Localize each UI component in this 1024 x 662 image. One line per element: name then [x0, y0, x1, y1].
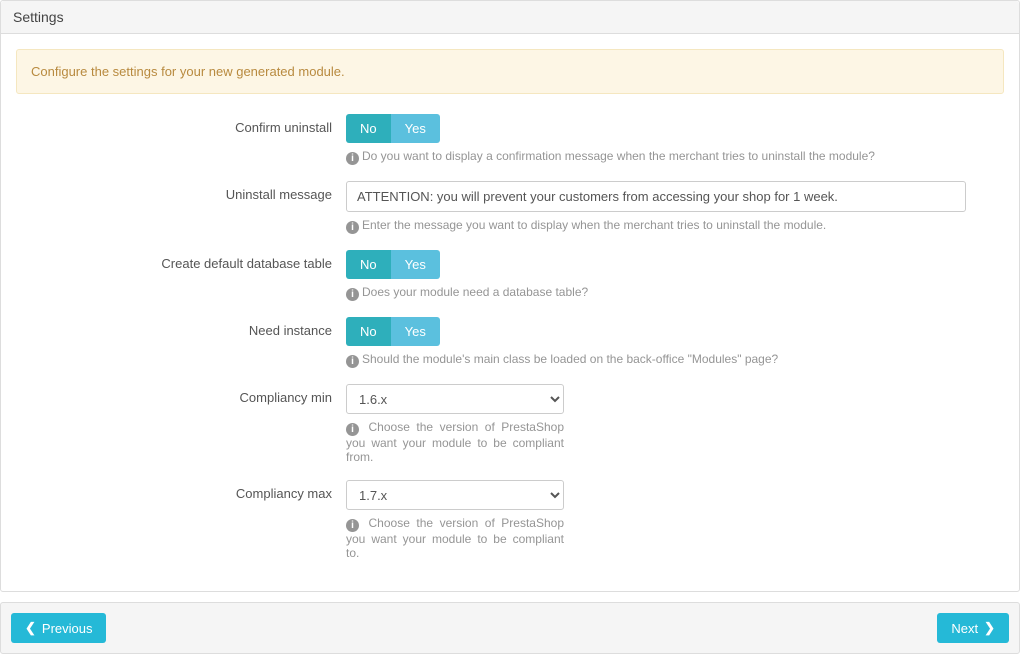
row-confirm-uninstall: Confirm uninstall No Yes iDo you want to…: [16, 114, 1004, 165]
toggle-yes[interactable]: Yes: [391, 114, 440, 143]
arrow-right-icon: ❯: [984, 620, 995, 636]
previous-button[interactable]: ❮ Previous: [11, 613, 106, 643]
help-uninstall-message: iEnter the message you want to display w…: [346, 218, 984, 234]
previous-label: Previous: [42, 621, 93, 636]
toggle-create-db[interactable]: No Yes: [346, 250, 440, 279]
row-need-instance: Need instance No Yes iShould the module'…: [16, 317, 1004, 368]
arrow-left-icon: ❮: [25, 620, 36, 636]
alert-info: Configure the settings for your new gene…: [16, 49, 1004, 94]
settings-panel: Settings Configure the settings for your…: [0, 0, 1020, 592]
toggle-yes[interactable]: Yes: [391, 250, 440, 279]
info-icon: i: [346, 355, 359, 368]
row-compliancy-min: Compliancy min 1.6.x i Choose the versio…: [16, 384, 1004, 464]
row-compliancy-max: Compliancy max 1.7.x i Choose the versio…: [16, 480, 1004, 560]
toggle-confirm-uninstall[interactable]: No Yes: [346, 114, 440, 143]
help-confirm-uninstall: iDo you want to display a confirmation m…: [346, 149, 984, 165]
next-button[interactable]: Next ❯: [937, 613, 1009, 643]
info-icon: i: [346, 288, 359, 301]
label-compliancy-max: Compliancy max: [16, 480, 346, 560]
help-compliancy-max: i Choose the version of PrestaShop you w…: [346, 516, 564, 560]
label-create-db: Create default database table: [16, 250, 346, 301]
info-icon: i: [346, 152, 359, 165]
info-icon: i: [346, 519, 359, 532]
info-icon: i: [346, 221, 359, 234]
toggle-yes[interactable]: Yes: [391, 317, 440, 346]
info-icon: i: [346, 423, 359, 436]
panel-body: Configure the settings for your new gene…: [1, 34, 1019, 591]
help-compliancy-min: i Choose the version of PrestaShop you w…: [346, 420, 564, 464]
help-create-db: iDoes your module need a database table?: [346, 285, 984, 301]
label-compliancy-min: Compliancy min: [16, 384, 346, 464]
label-need-instance: Need instance: [16, 317, 346, 368]
label-uninstall-message: Uninstall message: [16, 181, 346, 234]
toggle-need-instance[interactable]: No Yes: [346, 317, 440, 346]
footer-bar: ❮ Previous Next ❯: [0, 602, 1020, 654]
panel-title: Settings: [1, 1, 1019, 34]
compliancy-min-select[interactable]: 1.6.x: [346, 384, 564, 414]
uninstall-message-input[interactable]: [346, 181, 966, 212]
compliancy-max-select[interactable]: 1.7.x: [346, 480, 564, 510]
next-label: Next: [951, 621, 978, 636]
toggle-no[interactable]: No: [346, 250, 391, 279]
toggle-no[interactable]: No: [346, 317, 391, 346]
row-uninstall-message: Uninstall message iEnter the message you…: [16, 181, 1004, 234]
toggle-no[interactable]: No: [346, 114, 391, 143]
row-create-db: Create default database table No Yes iDo…: [16, 250, 1004, 301]
label-confirm-uninstall: Confirm uninstall: [16, 114, 346, 165]
help-need-instance: iShould the module's main class be loade…: [346, 352, 984, 368]
